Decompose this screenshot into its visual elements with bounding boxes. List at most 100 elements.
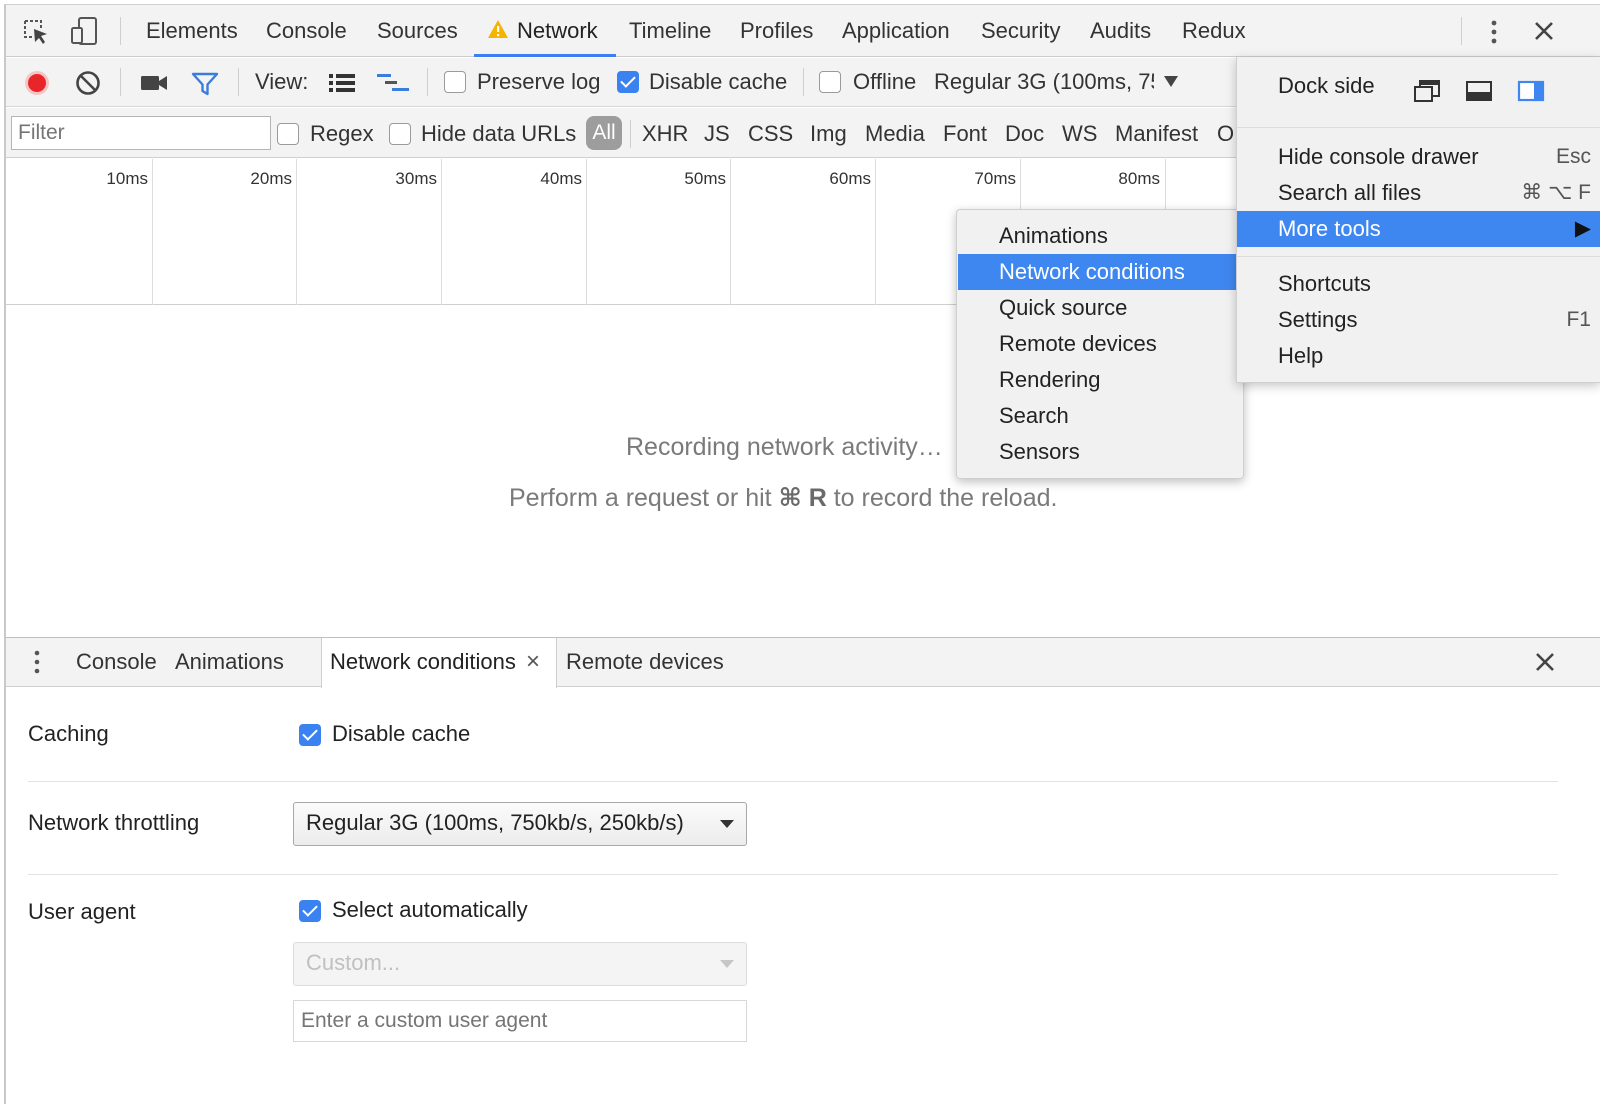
menu-item-animations[interactable]: Animations — [958, 218, 1242, 254]
timeline-tick-label: 60ms — [829, 169, 871, 188]
custom-user-agent-value: Custom... — [306, 950, 401, 975]
hint-shortcut: ⌘ R — [778, 484, 827, 512]
clear-icon[interactable] — [74, 69, 102, 97]
type-filter-xhr[interactable]: XHR — [642, 121, 688, 147]
tab-audits[interactable]: Audits — [1090, 5, 1151, 57]
disable-cache-checkbox[interactable] — [617, 71, 639, 93]
tab-elements[interactable]: Elements — [146, 5, 238, 57]
menu-item-settings[interactable]: Settings F1 — [1237, 302, 1600, 338]
filter-icon[interactable] — [191, 71, 219, 97]
capture-screenshots-icon[interactable] — [140, 72, 168, 94]
type-filter-doc[interactable]: Doc — [1005, 121, 1044, 147]
waterfall-view-icon[interactable] — [376, 72, 410, 94]
preserve-log-checkbox[interactable] — [444, 71, 466, 93]
menu-separator — [1237, 127, 1600, 128]
offline-checkbox[interactable] — [819, 71, 841, 93]
menu-item-shortcut: ⌘ ⌥ F — [1521, 181, 1591, 204]
divider — [238, 68, 239, 96]
drawer-tab-animations[interactable]: Animations — [175, 638, 284, 686]
select-automatically-checkbox[interactable] — [299, 900, 321, 922]
menu-separator — [1237, 256, 1600, 257]
type-filter-media[interactable]: Media — [865, 121, 925, 147]
drawer-tab-remote-devices[interactable]: Remote devices — [566, 638, 724, 686]
record-icon[interactable] — [23, 69, 51, 97]
drawer-tab-console[interactable]: Console — [76, 638, 157, 686]
menu-item-network-conditions[interactable]: Network conditions — [958, 254, 1242, 290]
timeline-tick-label: 40ms — [540, 169, 582, 188]
tab-console[interactable]: Console — [266, 5, 347, 57]
type-filter-all[interactable]: All — [586, 116, 622, 150]
menu-item-sensors[interactable]: Sensors — [958, 434, 1242, 470]
timeline-tick-label: 70ms — [974, 169, 1016, 188]
tab-sources[interactable]: Sources — [377, 5, 458, 57]
select-automatically-label: Select automatically — [332, 897, 528, 922]
menu-item-remote-devices[interactable]: Remote devices — [958, 326, 1242, 362]
tab-profiles[interactable]: Profiles — [740, 5, 813, 57]
close-drawer-icon[interactable] — [1535, 652, 1555, 672]
kebab-menu-icon[interactable] — [1488, 18, 1500, 46]
menu-item-hide-console-drawer[interactable]: Hide console drawer Esc — [1237, 139, 1600, 175]
divider — [120, 68, 121, 96]
type-filter-other[interactable]: O — [1217, 121, 1234, 147]
drawer-menu-icon[interactable] — [32, 649, 42, 675]
menu-item-quick-source[interactable]: Quick source — [958, 290, 1242, 326]
throttling-chevron-icon[interactable] — [1164, 76, 1178, 87]
regex-label: Regex — [310, 121, 374, 146]
network-throttling-label: Network throttling — [28, 810, 200, 835]
record-reload-hint: Perform a request or hit ⌘ R to record t… — [509, 483, 1057, 513]
type-filter-css[interactable]: CSS — [748, 121, 793, 147]
menu-item-search[interactable]: Search — [958, 398, 1242, 434]
drawer-tab-network-conditions[interactable]: Network conditions × — [321, 638, 557, 688]
user-agent-label: User agent — [28, 899, 136, 924]
section-divider — [28, 781, 1558, 782]
custom-user-agent-input[interactable] — [293, 1000, 747, 1042]
timeline-gridline — [441, 159, 442, 305]
type-filter-js[interactable]: JS — [704, 121, 730, 147]
regex-checkbox[interactable] — [277, 123, 299, 145]
network-throttling-select[interactable]: Regular 3G (100ms, 750kb/s, 250kb/s) — [293, 802, 747, 846]
type-filter-ws[interactable]: WS — [1062, 121, 1097, 147]
throttling-dropdown[interactable]: Regular 3G (100ms, 75 — [934, 69, 1154, 95]
hide-data-urls-label: Hide data URLs — [421, 121, 577, 146]
menu-item-more-tools[interactable]: More tools ▶ — [1237, 211, 1600, 247]
dock-bottom-icon[interactable] — [1465, 80, 1493, 102]
drawer-tab-bar: Console Animations Network conditions × … — [6, 637, 1600, 688]
tab-application[interactable]: Application — [842, 5, 950, 57]
menu-item-label: Hide console drawer — [1278, 144, 1479, 169]
caching-label: Caching — [28, 721, 109, 746]
menu-item-search-all-files[interactable]: Search all files ⌘ ⌥ F — [1237, 175, 1600, 211]
dock-undock-icon[interactable] — [1413, 79, 1441, 103]
tab-redux[interactable]: Redux — [1182, 5, 1246, 57]
hint-suffix: to record the reload. — [826, 484, 1058, 512]
type-filter-font[interactable]: Font — [943, 121, 987, 147]
device-toolbar-icon[interactable] — [70, 16, 100, 46]
timeline-gridline — [875, 159, 876, 305]
large-request-rows-icon[interactable] — [328, 73, 356, 93]
timeline-gridline — [152, 159, 153, 305]
preserve-log-label: Preserve log — [477, 69, 601, 94]
filter-input[interactable] — [11, 116, 271, 150]
tab-timeline[interactable]: Timeline — [629, 5, 711, 57]
dock-right-icon[interactable] — [1517, 80, 1545, 102]
menu-item-shortcuts[interactable]: Shortcuts — [1237, 266, 1600, 302]
chevron-down-icon — [720, 960, 734, 968]
dock-side-label: Dock side — [1278, 73, 1375, 98]
drawer-disable-cache-checkbox[interactable] — [299, 724, 321, 746]
inspect-element-icon[interactable] — [22, 18, 50, 46]
menu-item-rendering[interactable]: Rendering — [958, 362, 1242, 398]
chevron-down-icon — [720, 820, 734, 828]
type-filter-img[interactable]: Img — [810, 121, 847, 147]
tab-network[interactable]: Network — [517, 5, 598, 57]
network-throttling-value: Regular 3G (100ms, 750kb/s, 250kb/s) — [306, 810, 684, 835]
menu-item-label: More tools — [1278, 216, 1381, 241]
disable-cache-label: Disable cache — [649, 69, 788, 94]
close-devtools-icon[interactable] — [1533, 20, 1555, 42]
warning-icon — [487, 19, 509, 39]
tab-security[interactable]: Security — [981, 5, 1060, 57]
close-tab-icon[interactable]: × — [526, 638, 540, 686]
type-filter-manifest[interactable]: Manifest — [1115, 121, 1198, 147]
menu-item-help[interactable]: Help — [1237, 338, 1600, 374]
hide-data-urls-checkbox[interactable] — [389, 123, 411, 145]
view-label: View: — [255, 69, 309, 94]
timeline-gridline — [730, 159, 731, 305]
